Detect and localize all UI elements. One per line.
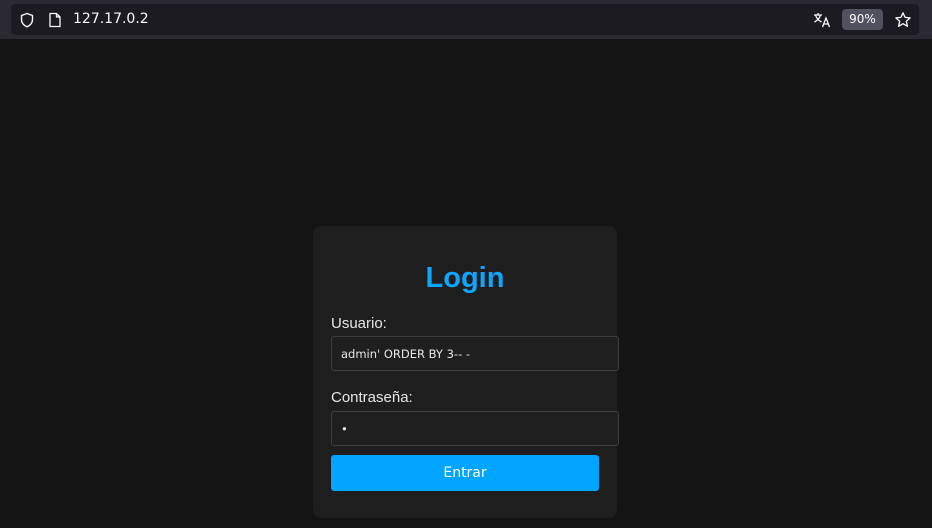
login-title: Login <box>425 262 505 294</box>
url-text[interactable]: 127.17.0.2 <box>73 4 149 35</box>
zoom-level-button[interactable]: 90% <box>842 9 883 30</box>
page-content: Login Usuario: Contraseña: Entrar <box>0 39 932 528</box>
translate-icon[interactable] <box>811 4 833 35</box>
shield-icon[interactable] <box>17 4 37 35</box>
username-input[interactable] <box>331 336 619 371</box>
browser-toolbar: 127.17.0.2 90% <box>0 0 932 39</box>
page-icon <box>45 4 65 35</box>
username-label: Usuario: <box>331 315 387 332</box>
password-label: Contraseña: <box>331 389 413 406</box>
star-icon[interactable] <box>892 4 914 35</box>
password-input[interactable] <box>331 411 619 446</box>
login-submit-button[interactable]: Entrar <box>331 455 599 491</box>
login-card: Login Usuario: Contraseña: Entrar <box>313 226 619 518</box>
address-bar[interactable]: 127.17.0.2 90% <box>11 4 919 35</box>
